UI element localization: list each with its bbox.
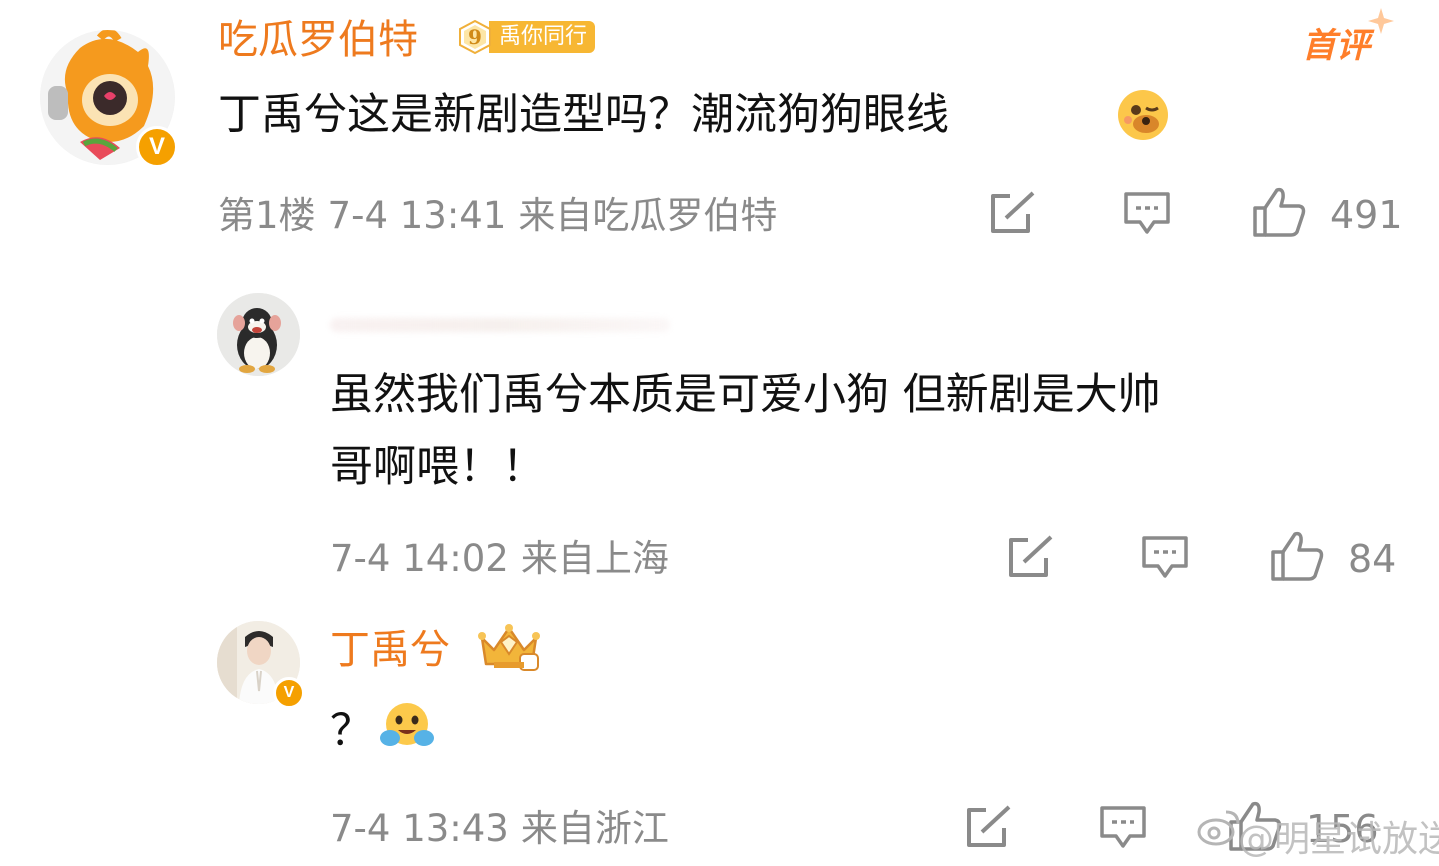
like-count: 84 [1348,537,1397,581]
fan-level-icon: 9 [457,19,493,55]
weibo-logo-icon [1197,810,1240,846]
comment-time: 7-4 13:41 [327,194,507,237]
like-count: 491 [1330,193,1403,237]
comment-meta: 7-4 13:43 来自浙江 [330,810,681,847]
comment-text: 虽然我们禹兮本质是可爱小狗 但新剧是大帅 [330,370,1161,420]
share-icon[interactable] [1006,534,1056,580]
like-icon[interactable] [1252,186,1308,238]
fan-badge-label: 禹你同行 [489,21,596,53]
comment-time: 7-4 14:02 [330,537,509,580]
verified-badge-icon: V [136,126,178,168]
wink-dog-emoji-icon [1118,90,1168,140]
comment-source: 来自吃瓜罗伯特 [518,194,778,237]
hug-emoji-icon [380,703,434,746]
comment-username[interactable]: 吃瓜罗伯特 [218,20,418,60]
comment-icon[interactable] [1098,804,1148,850]
verified-badge-icon: V [273,677,305,709]
penguin-plush-avatar-image [217,293,300,376]
watermark: @明星试放送 [1238,819,1439,860]
comment-text: 丁禹兮这是新剧造型吗？潮流狗狗眼线 [218,90,949,140]
fan-badge[interactable]: 9 禹你同行 [457,19,596,55]
crown-badge-icon [478,624,540,671]
fan-level: 9 [468,25,482,49]
avatar[interactable]: V [217,621,305,709]
comment-icon[interactable] [1140,534,1190,580]
comment-username[interactable]: 丁禹兮 [330,630,450,670]
sparkle-icon [1368,8,1394,34]
share-icon[interactable] [964,804,1014,850]
like-icon[interactable] [1270,530,1326,582]
comment-thread: V 吃瓜罗伯特 9 禹你同行 首评 丁禹兮这是新剧造型吗？潮流狗狗眼线 第1楼 7… [0,0,1439,866]
avatar[interactable] [217,293,300,376]
comment-meta: 7-4 14:02 来自上海 [330,540,681,577]
comment-meta: 第1楼 7-4 13:41 来自吃瓜罗伯特 [218,197,789,234]
blurred-username[interactable] [330,318,670,332]
comment-text: ？ [330,706,373,756]
comment-time: 7-4 13:43 [330,807,509,850]
share-icon[interactable] [988,190,1038,236]
comment-text-continued: 哥啊喂！！ [330,442,545,492]
comment-icon[interactable] [1122,190,1172,236]
avatar[interactable]: V [40,30,178,168]
comment-source: 来自上海 [520,537,669,580]
comment-source: 来自浙江 [520,807,669,850]
comment-floor: 第1楼 [218,194,316,237]
first-comment-tag: 首评 [1302,26,1370,66]
